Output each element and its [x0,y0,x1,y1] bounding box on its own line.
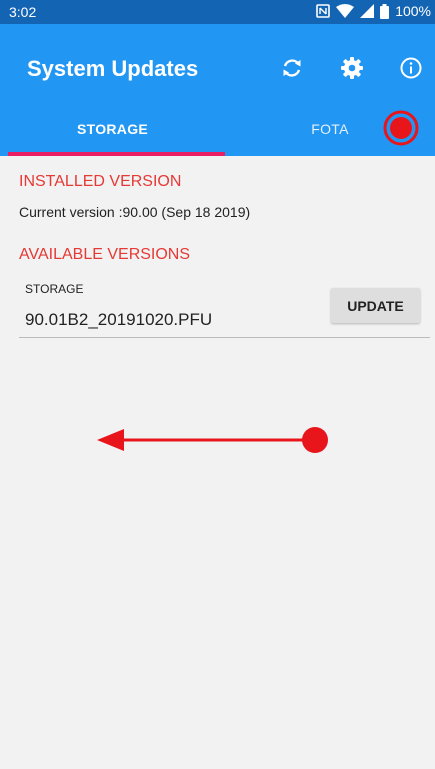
battery-icon [380,3,390,19]
current-version-text: Current version :90.00 (Sep 18 2019) [19,204,251,220]
refresh-button[interactable] [276,52,308,84]
info-icon [400,57,422,79]
tab-bar: STORAGE FOTA [0,102,435,156]
tab-storage[interactable]: STORAGE [0,102,225,156]
settings-button[interactable] [336,52,368,84]
app-bar: System Updates [0,24,435,110]
page-title: System Updates [27,56,199,81]
update-source-label: STORAGE [25,282,84,296]
divider [19,337,430,338]
status-time: 3:02 [9,4,37,20]
signal-icon [360,4,375,18]
swipe-left-arrow-icon [97,427,328,453]
gear-icon [341,57,363,79]
refresh-icon [283,59,301,77]
update-filename: 90.01B2_20191020.PFU [25,310,213,329]
record-indicator-icon [383,110,419,146]
status-icons: 100% [316,3,431,19]
wifi-icon [336,4,355,18]
installed-version-heading: INSTALLED VERSION [19,173,182,190]
update-button[interactable]: UPDATE [331,288,420,323]
info-button[interactable] [395,52,427,84]
nfc-icon [316,4,330,18]
available-versions-heading: AVAILABLE VERSIONS [19,246,191,263]
tab-indicator [8,152,225,156]
battery-percent: 100% [395,3,431,19]
status-bar: 3:02 100% [0,0,435,24]
